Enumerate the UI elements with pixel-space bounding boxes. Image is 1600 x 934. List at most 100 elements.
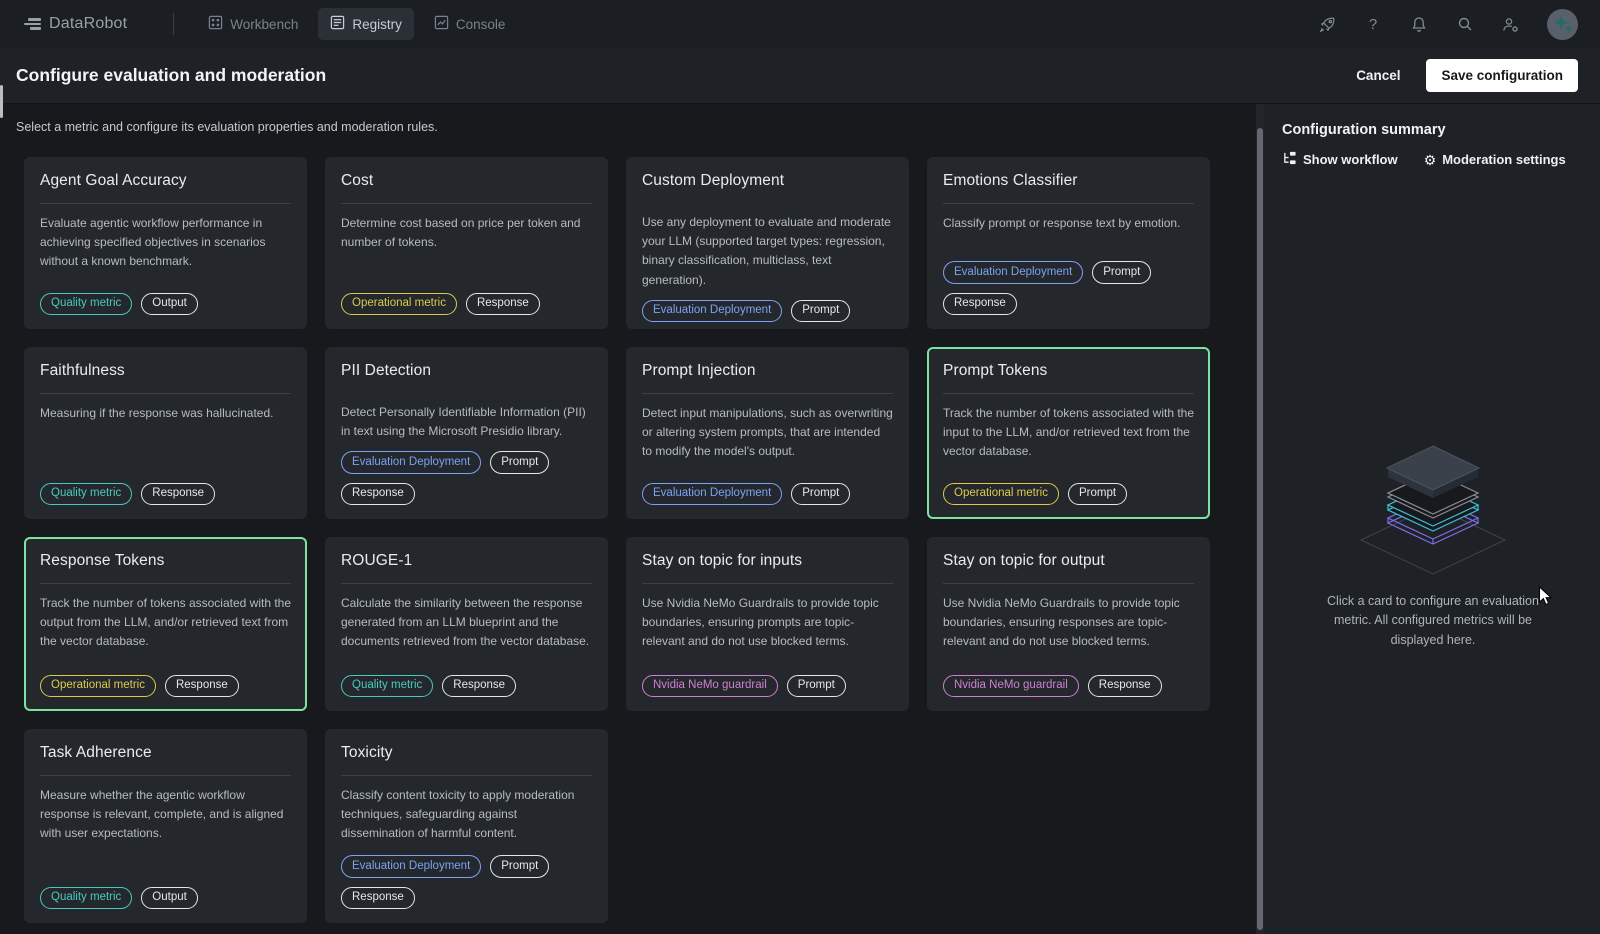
- metric-card-description: Detect Personally Identifiable Informati…: [341, 403, 592, 441]
- badge-quality: Quality metric: [40, 483, 132, 506]
- moderation-settings-button[interactable]: ⚙ Moderation settings: [1424, 152, 1566, 167]
- metric-card[interactable]: Agent Goal Accuracy Evaluate agentic wor…: [24, 157, 307, 329]
- gear-icon: ⚙: [1424, 153, 1437, 167]
- empty-state-caption: Click a card to configure an evaluation …: [1311, 592, 1555, 650]
- nav-item-label: Workbench: [230, 17, 298, 32]
- metric-card-badges: Evaluation DeploymentPromptResponse: [341, 441, 592, 505]
- vertical-scrollbar[interactable]: [1256, 104, 1264, 934]
- metric-card-divider: [341, 583, 592, 584]
- metric-card-description: Use any deployment to evaluate and moder…: [642, 213, 893, 290]
- badge-neutral: Prompt: [787, 675, 846, 698]
- metric-card[interactable]: Toxicity Classify content toxicity to ap…: [325, 729, 608, 923]
- metric-card-badges: Quality metric Response: [40, 473, 291, 506]
- metric-card-title: ROUGE-1: [341, 552, 592, 570]
- notifications-icon[interactable]: [1409, 14, 1429, 34]
- metric-card-title: Faithfulness: [40, 362, 291, 380]
- metric-card-divider: [341, 203, 592, 204]
- metric-card[interactable]: Prompt Injection Detect input manipulati…: [626, 347, 909, 519]
- metric-card[interactable]: Prompt Tokens Track the number of tokens…: [927, 347, 1210, 519]
- metric-card-title: Toxicity: [341, 744, 592, 762]
- metric-card-badges: Evaluation DeploymentPromptResponse: [943, 251, 1194, 315]
- badge-deployment: Evaluation Deployment: [341, 451, 481, 474]
- datarobot-logo[interactable]: DataRobot: [24, 15, 127, 33]
- metric-card-title: Cost: [341, 172, 592, 190]
- badge-neutral: Response: [141, 483, 215, 506]
- metric-card[interactable]: Custom Deployment Use any deployment to …: [626, 157, 909, 329]
- sidebar-links: Show workflow ⚙ Moderation settings: [1282, 151, 1584, 168]
- badge-neutral: Response: [466, 293, 540, 316]
- metric-card-title: Stay on topic for inputs: [642, 552, 893, 570]
- metric-card-badges: Nvidia NeMo guardrail Prompt: [642, 665, 893, 698]
- metric-card-divider: [40, 393, 291, 394]
- cancel-button[interactable]: Cancel: [1356, 68, 1400, 83]
- datarobot-logo-icon: [24, 18, 41, 30]
- help-icon[interactable]: ?: [1363, 14, 1383, 34]
- metric-card-divider: [40, 583, 291, 584]
- show-workflow-label: Show workflow: [1303, 152, 1398, 167]
- user-settings-icon[interactable]: [1501, 14, 1521, 34]
- page-header: Configure evaluation and moderation Canc…: [0, 48, 1600, 104]
- save-configuration-button[interactable]: Save configuration: [1426, 59, 1578, 92]
- metric-card-badges: Evaluation DeploymentPrompt: [642, 473, 893, 506]
- metric-card-description: Measure whether the agentic workflow res…: [40, 786, 291, 844]
- metric-card[interactable]: Cost Determine cost based on price per t…: [325, 157, 608, 329]
- metric-card-description: Classify prompt or response text by emot…: [943, 214, 1194, 233]
- badge-neutral: Response: [341, 483, 415, 506]
- badge-neutral: Prompt: [1068, 483, 1127, 506]
- badge-nemo: Nvidia NeMo guardrail: [642, 675, 778, 698]
- metric-card[interactable]: ROUGE-1 Calculate the similarity between…: [325, 537, 608, 711]
- metric-card-description: Track the number of tokens associated wi…: [943, 404, 1194, 462]
- header-actions: Cancel Save configuration: [1356, 59, 1578, 92]
- workflow-icon: [1282, 151, 1297, 168]
- badge-neutral: Response: [165, 675, 239, 698]
- metric-card[interactable]: Stay on topic for inputs Use Nvidia NeMo…: [626, 537, 909, 711]
- metric-card-description: Measuring if the response was hallucinat…: [40, 404, 291, 423]
- metric-card-title: Response Tokens: [40, 552, 291, 570]
- metric-card[interactable]: Emotions Classifier Classify prompt or r…: [927, 157, 1210, 329]
- metric-card-divider: [943, 393, 1194, 394]
- nav-item-label: Registry: [352, 17, 402, 32]
- nav-items: Workbench Registry Console: [196, 8, 517, 40]
- avatar[interactable]: [1547, 9, 1578, 40]
- metric-card-title: Stay on topic for output: [943, 552, 1194, 570]
- rocket-icon[interactable]: [1317, 14, 1337, 34]
- metric-card-divider: [943, 203, 1194, 204]
- badge-operational: Operational metric: [40, 675, 156, 698]
- metric-card-title: Task Adherence: [40, 744, 291, 762]
- badge-neutral: Response: [1088, 675, 1162, 698]
- registry-icon: [330, 15, 345, 33]
- metric-card-badges: Nvidia NeMo guardrailResponse: [943, 665, 1194, 698]
- metric-card[interactable]: Faithfulness Measuring if the response w…: [24, 347, 307, 519]
- metric-card-badges: Operational metric Response: [341, 283, 592, 316]
- layers-stack-illustration: [1351, 436, 1515, 576]
- scrollbar-thumb[interactable]: [1257, 128, 1263, 930]
- metric-card-badges: Operational metric Response: [40, 665, 291, 698]
- metric-card-divider: [642, 393, 893, 394]
- metric-card-description: Classify content toxicity to apply moder…: [341, 786, 592, 844]
- metric-card[interactable]: Task Adherence Measure whether the agent…: [24, 729, 307, 923]
- metric-card-title: PII Detection: [341, 362, 592, 380]
- nav-item-console[interactable]: Console: [422, 8, 518, 40]
- metric-card[interactable]: Response Tokens Track the number of toke…: [24, 537, 307, 711]
- metric-card[interactable]: PII Detection Detect Personally Identifi…: [325, 347, 608, 519]
- badge-operational: Operational metric: [341, 293, 457, 316]
- sidebar-title: Configuration summary: [1282, 122, 1584, 138]
- badge-quality: Quality metric: [40, 293, 132, 316]
- search-icon[interactable]: [1455, 14, 1475, 34]
- badge-operational: Operational metric: [943, 483, 1059, 506]
- badge-quality: Quality metric: [341, 675, 433, 698]
- nav-item-workbench[interactable]: Workbench: [196, 8, 310, 40]
- metric-card-title: Custom Deployment: [642, 172, 893, 190]
- metric-card-divider: [40, 775, 291, 776]
- nav-item-registry[interactable]: Registry: [318, 8, 414, 40]
- metric-card-badges: Evaluation DeploymentPromptResponse: [341, 845, 592, 909]
- badge-deployment: Evaluation Deployment: [642, 300, 782, 323]
- badge-neutral: Output: [141, 887, 198, 910]
- metric-card[interactable]: Stay on topic for output Use Nvidia NeMo…: [927, 537, 1210, 711]
- show-workflow-button[interactable]: Show workflow: [1282, 151, 1398, 168]
- metric-card-badges: Quality metricOutput: [40, 283, 291, 316]
- nav-right-icons: ?: [1317, 9, 1578, 40]
- top-nav: DataRobot Workbench Registry Console ?: [0, 0, 1600, 48]
- left-edge-scrollbar[interactable]: [0, 85, 3, 118]
- badge-deployment: Evaluation Deployment: [943, 261, 1083, 284]
